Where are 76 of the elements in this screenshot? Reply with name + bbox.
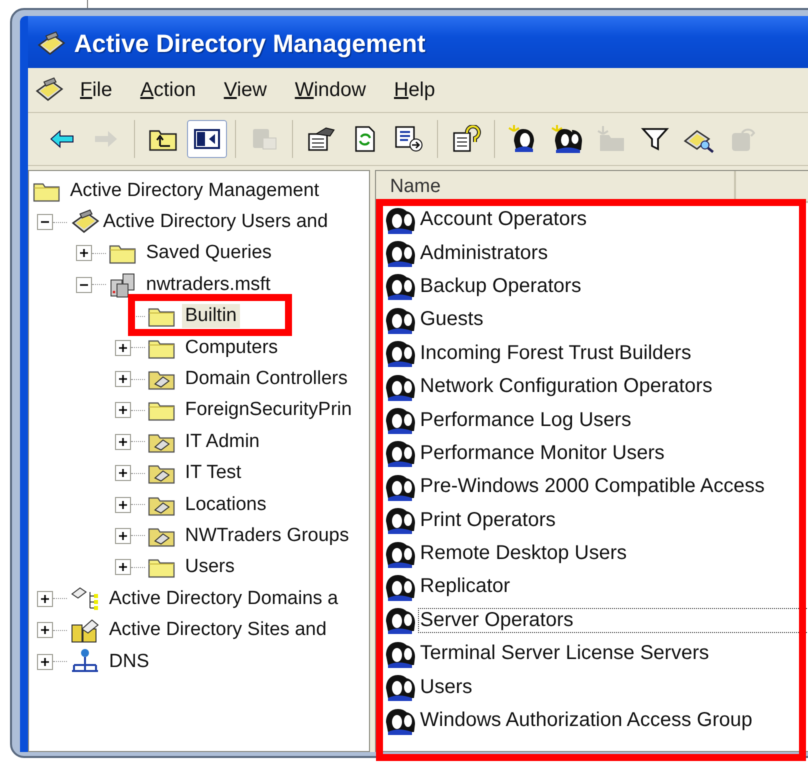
- list-item[interactable]: Users: [418, 674, 808, 700]
- tree-item[interactable]: Builtin: [182, 304, 240, 328]
- user-group-icon: [384, 505, 418, 536]
- domain-tree-icon: [70, 586, 100, 612]
- expand-toggle[interactable]: [115, 496, 131, 513]
- tree-item[interactable]: Saved Queries: [143, 241, 275, 266]
- tree-item[interactable]: Locations: [182, 492, 270, 517]
- help-icon: [451, 125, 481, 153]
- expand-toggle[interactable]: [37, 590, 53, 607]
- new-folder-icon: [596, 125, 626, 153]
- list-item[interactable]: Backup Operators: [418, 274, 808, 299]
- list-item[interactable]: Administrators: [418, 240, 808, 266]
- tree-item[interactable]: IT Admin: [182, 430, 263, 454]
- tree-item[interactable]: Active Directory Sites and: [106, 618, 330, 642]
- menu-item[interactable]: Window: [282, 74, 378, 106]
- tree-item[interactable]: IT Test: [182, 461, 244, 486]
- expand-toggle[interactable]: [115, 559, 131, 576]
- back-arrow-icon: [49, 129, 75, 149]
- export-list-icon: [394, 125, 424, 153]
- user-group-icon: [384, 672, 418, 702]
- menu-item[interactable]: Action: [128, 74, 208, 106]
- expand-toggle[interactable]: [115, 528, 131, 544]
- list-item[interactable]: Server Operators: [418, 608, 808, 633]
- expand-toggle[interactable]: [115, 371, 131, 388]
- tree-item[interactable]: Active Directory Management: [67, 178, 322, 203]
- user-group-icon: [384, 271, 418, 302]
- list-item[interactable]: Performance Monitor Users: [418, 440, 808, 466]
- list-item[interactable]: Pre-Windows 2000 Compatible Access: [418, 474, 808, 500]
- tree-item[interactable]: Users: [182, 555, 238, 580]
- list-item[interactable]: Incoming Forest Trust Builders: [418, 340, 808, 366]
- expand-toggle[interactable]: [115, 465, 131, 482]
- user-group-icon: [384, 405, 418, 436]
- collapse-toggle[interactable]: [76, 276, 92, 293]
- console-tree-icon: [193, 127, 221, 151]
- tree-item[interactable]: ForeignSecurityPrin: [182, 398, 355, 422]
- filter-icon: [641, 126, 669, 152]
- window-title: Active Directory Management: [74, 30, 426, 58]
- user-group-icon: [384, 438, 418, 468]
- menu-item[interactable]: Help: [382, 74, 448, 106]
- expand-toggle[interactable]: [115, 402, 131, 418]
- list-item[interactable]: Performance Log Users: [418, 408, 808, 433]
- properties-icon: [306, 126, 336, 152]
- snap-in-icon: [36, 31, 66, 57]
- tree-item[interactable]: Active Directory Users and: [100, 210, 331, 234]
- buildings-icon: [70, 617, 100, 644]
- tree-item[interactable]: Domain Controllers: [182, 367, 351, 392]
- user-group-icon: [384, 338, 418, 368]
- expand-toggle[interactable]: [76, 245, 92, 262]
- user-group-icon: [384, 605, 418, 636]
- expand-toggle[interactable]: [37, 654, 53, 670]
- list-item[interactable]: Print Operators: [418, 508, 808, 533]
- new-group-icon: [550, 124, 584, 154]
- menu-item[interactable]: View: [212, 74, 279, 106]
- menu-item[interactable]: File: [68, 74, 124, 106]
- list-item[interactable]: Account Operators: [418, 207, 808, 232]
- tree-item[interactable]: Computers: [182, 336, 281, 360]
- list-item[interactable]: Terminal Server License Servers: [418, 641, 808, 666]
- list-item[interactable]: Network Configuration Operators: [418, 374, 808, 400]
- collapse-toggle[interactable]: [37, 214, 53, 230]
- forward-arrow-icon: [93, 129, 119, 149]
- list-item[interactable]: Windows Authorization Access Group: [418, 708, 808, 734]
- expand-toggle[interactable]: [37, 622, 53, 638]
- expand-toggle[interactable]: [115, 434, 131, 450]
- snap-in-icon: [70, 209, 100, 236]
- user-group-icon: [384, 238, 418, 268]
- list-item[interactable]: Replicator: [418, 574, 808, 600]
- toolbar-button[interactable]: [187, 120, 227, 158]
- snap-in-icon: [34, 77, 64, 103]
- expand-toggle[interactable]: [115, 340, 131, 356]
- tree-item[interactable]: NWTraders Groups: [182, 524, 352, 548]
- server-icon: [109, 272, 137, 298]
- list-item[interactable]: Guests: [418, 307, 808, 332]
- tree-item[interactable]: nwtraders.msft: [143, 272, 274, 297]
- tree-item[interactable]: DNS: [106, 650, 152, 674]
- list-item[interactable]: Remote Desktop Users: [418, 541, 808, 566]
- tree-item[interactable]: Active Directory Domains a: [106, 586, 342, 611]
